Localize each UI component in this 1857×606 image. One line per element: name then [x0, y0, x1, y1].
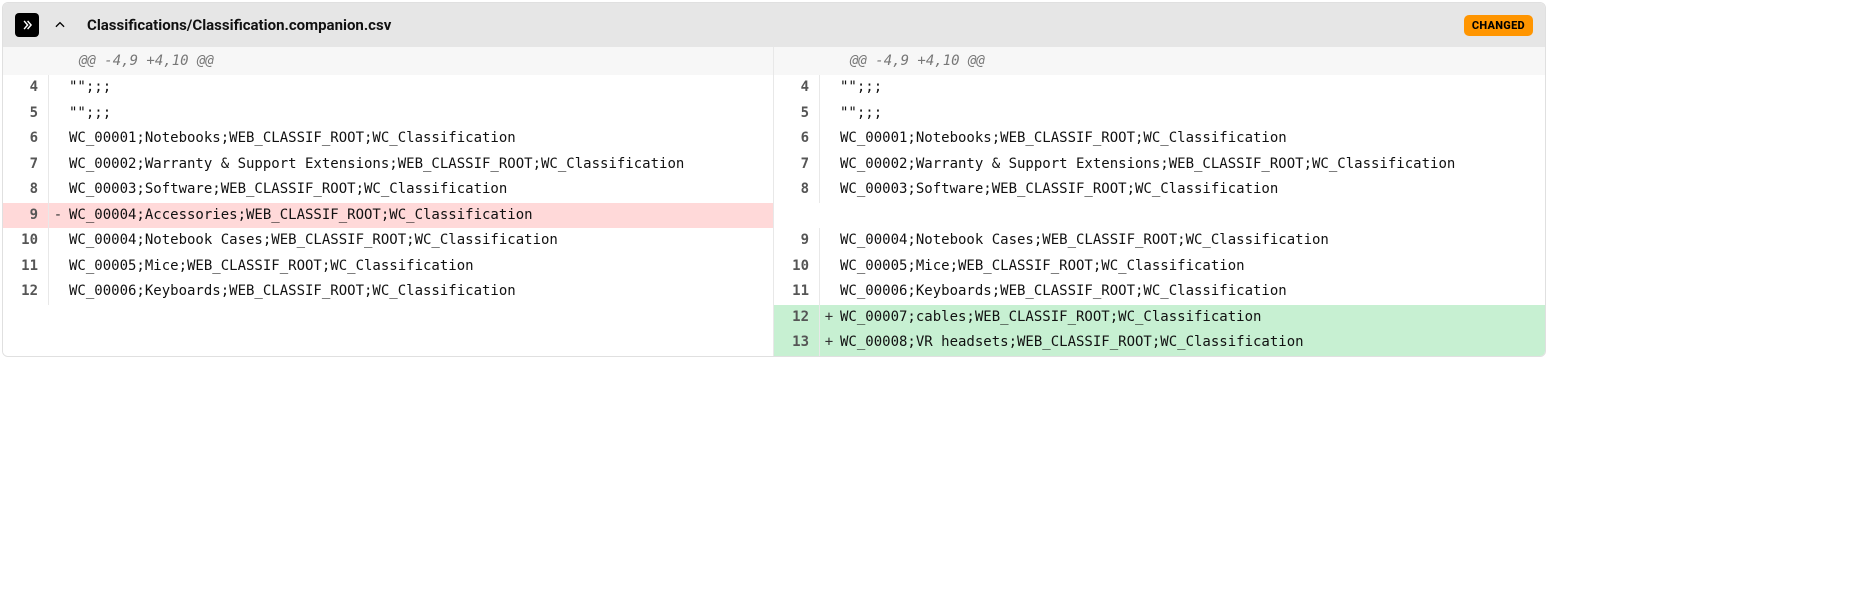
code-content: WC_00001;Notebooks;WEB_CLASSIF_ROOT;WC_C… — [838, 126, 1545, 152]
code-content: WC_00002;Warranty & Support Extensions;W… — [838, 152, 1545, 178]
code-content: WC_00006;Keyboards;WEB_CLASSIF_ROOT;WC_C… — [67, 279, 773, 305]
code-content: WC_00007;cables;WEB_CLASSIF_ROOT;WC_Clas… — [838, 305, 1545, 331]
diff-row[interactable] — [3, 330, 773, 356]
expand-button[interactable] — [15, 13, 39, 37]
diff-row[interactable]: 12+WC_00007;cables;WEB_CLASSIF_ROOT;WC_C… — [774, 305, 1545, 331]
diff-row[interactable] — [3, 305, 773, 331]
diff-pane-right: 4 "";;; 5 "";;; 6 WC_00001;Notebooks;WEB_CLAS… — [774, 75, 1545, 356]
diff-row[interactable]: 8 WC_00003;Software;WEB_CLASSIF_ROOT;WC_C… — [3, 177, 773, 203]
diff-marker: + — [820, 330, 838, 356]
code-content: WC_00001;Notebooks;WEB_CLASSIF_ROOT;WC_C… — [67, 126, 773, 152]
status-badge: CHANGED — [1464, 15, 1533, 36]
line-number: 5 — [774, 101, 820, 127]
diff-row[interactable]: 5 "";;; — [774, 101, 1545, 127]
line-number: 13 — [774, 330, 820, 356]
line-number: 9 — [774, 228, 820, 254]
diff-row[interactable]: 4 "";;; — [3, 75, 773, 101]
diff-row[interactable]: 9-WC_00004;Accessories;WEB_CLASSIF_ROOT;… — [3, 203, 773, 229]
diff-row[interactable]: 9 WC_00004;Notebook Cases;WEB_CLASSIF_ROO… — [774, 228, 1545, 254]
line-number: 11 — [774, 279, 820, 305]
diff-marker: - — [49, 203, 67, 229]
line-number: 5 — [3, 101, 49, 127]
diff-pane-left: 4 "";;; 5 "";;; 6 WC_00001;Notebooks;WEB_CLAS… — [3, 75, 774, 356]
diff-row[interactable]: 10 WC_00004;Notebook Cases;WEB_CLASSIF_RO… — [3, 228, 773, 254]
code-content: WC_00005;Mice;WEB_CLASSIF_ROOT;WC_Classi… — [838, 254, 1545, 280]
chevron-up-icon — [53, 18, 67, 32]
code-content: WC_00005;Mice;WEB_CLASSIF_ROOT;WC_Classi… — [67, 254, 773, 280]
diff-row[interactable] — [774, 203, 1545, 229]
diff-body: 4"";;;5"";;;6WC_00001;Notebooks;WEB_CLAS… — [3, 75, 1545, 356]
line-number: 7 — [774, 152, 820, 178]
collapse-toggle[interactable] — [49, 14, 71, 36]
diff-row[interactable]: 10 WC_00005;Mice;WEB_CLASSIF_ROOT;WC_Clas… — [774, 254, 1545, 280]
line-number: 4 — [3, 75, 49, 101]
code-content: "";;; — [67, 101, 773, 127]
line-number: 8 — [774, 177, 820, 203]
code-content: WC_00002;Warranty & Support Extensions;W… — [67, 152, 773, 178]
code-content: WC_00008;VR headsets;WEB_CLASSIF_ROOT;WC… — [838, 330, 1545, 356]
hunk-header-left: @@ -4,9 +4,10 @@ — [3, 47, 774, 75]
hunk-header: @@ -4,9 +4,10 @@ @@ -4,9 +4,10 @@ — [3, 47, 1545, 75]
code-content: "";;; — [67, 75, 773, 101]
code-content: WC_00004;Notebook Cases;WEB_CLASSIF_ROOT… — [838, 228, 1545, 254]
line-number: 10 — [3, 228, 49, 254]
code-content: WC_00003;Software;WEB_CLASSIF_ROOT;WC_Cl… — [838, 177, 1545, 203]
diff-panel: Classifications/Classification.companion… — [2, 2, 1546, 357]
diff-marker: + — [820, 305, 838, 331]
line-number: 12 — [3, 279, 49, 305]
diff-row[interactable]: 11 WC_00005;Mice;WEB_CLASSIF_ROOT;WC_Clas… — [3, 254, 773, 280]
file-path: Classifications/Classification.companion… — [87, 16, 391, 34]
diff-row[interactable]: 8 WC_00003;Software;WEB_CLASSIF_ROOT;WC_C… — [774, 177, 1545, 203]
code-content: "";;; — [838, 101, 1545, 127]
diff-row[interactable]: 4 "";;; — [774, 75, 1545, 101]
line-number: 6 — [3, 126, 49, 152]
diff-row[interactable]: 11 WC_00006;Keyboards;WEB_CLASSIF_ROOT;WC… — [774, 279, 1545, 305]
line-number: 6 — [774, 126, 820, 152]
code-content: WC_00006;Keyboards;WEB_CLASSIF_ROOT;WC_C… — [838, 279, 1545, 305]
code-content: WC_00004;Notebook Cases;WEB_CLASSIF_ROOT… — [67, 228, 773, 254]
line-number: 12 — [774, 305, 820, 331]
code-content: WC_00003;Software;WEB_CLASSIF_ROOT;WC_Cl… — [67, 177, 773, 203]
diff-row[interactable]: 7 WC_00002;Warranty & Support Extensions;… — [3, 152, 773, 178]
diff-row[interactable]: 6 WC_00001;Notebooks;WEB_CLASSIF_ROOT;WC_… — [3, 126, 773, 152]
diff-row[interactable]: 7 WC_00002;Warranty & Support Extensions;… — [774, 152, 1545, 178]
line-number: 11 — [3, 254, 49, 280]
line-number: 9 — [3, 203, 49, 229]
diff-row[interactable]: 6 WC_00001;Notebooks;WEB_CLASSIF_ROOT;WC_… — [774, 126, 1545, 152]
file-header: Classifications/Classification.companion… — [3, 3, 1545, 47]
diff-row[interactable]: 13+WC_00008;VR headsets;WEB_CLASSIF_ROOT… — [774, 330, 1545, 356]
diff-row[interactable]: 5 "";;; — [3, 101, 773, 127]
line-number: 7 — [3, 152, 49, 178]
line-number: 8 — [3, 177, 49, 203]
line-number: 10 — [774, 254, 820, 280]
chevrons-right-icon — [20, 18, 34, 32]
hunk-header-right: @@ -4,9 +4,10 @@ — [774, 47, 1545, 75]
code-content: "";;; — [838, 75, 1545, 101]
diff-row[interactable]: 12 WC_00006;Keyboards;WEB_CLASSIF_ROOT;WC… — [3, 279, 773, 305]
line-number: 4 — [774, 75, 820, 101]
code-content: WC_00004;Accessories;WEB_CLASSIF_ROOT;WC… — [67, 203, 773, 229]
